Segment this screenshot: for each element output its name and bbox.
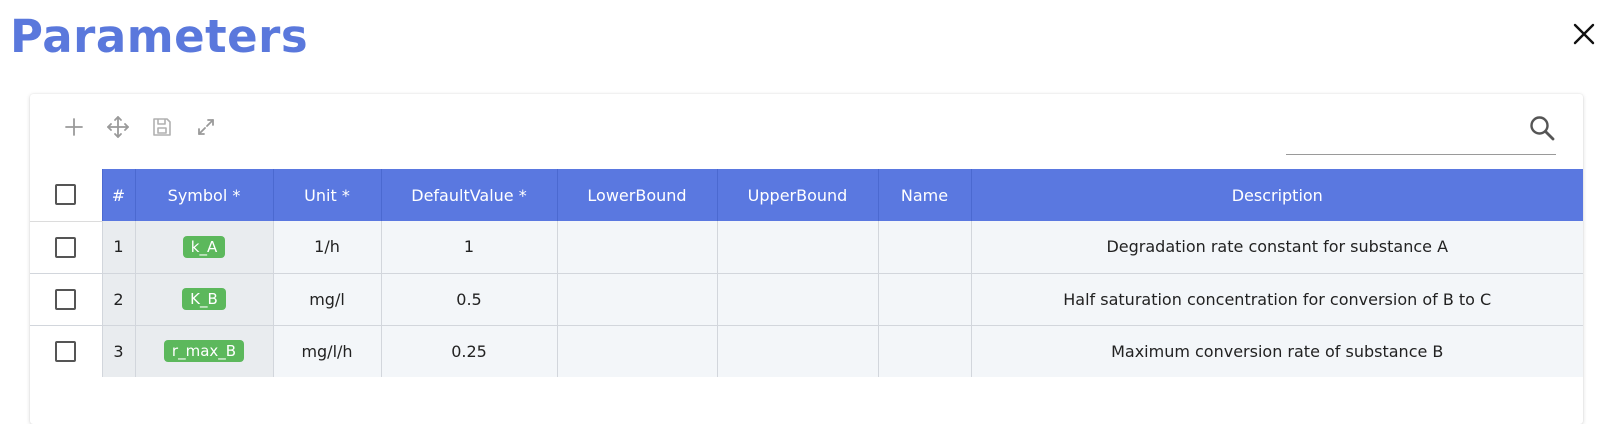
parameters-table: # Symbol * Unit * DefaultValue * LowerBo… (30, 169, 1583, 377)
save-icon[interactable] (149, 114, 175, 140)
select-all-cell (30, 169, 102, 222)
row-select-cell (30, 273, 102, 326)
table-toolbar (30, 94, 1583, 168)
default-value-cell[interactable]: 0.25 (380, 325, 557, 377)
column-header-default-value[interactable]: DefaultValue * (380, 169, 557, 221)
plus-icon[interactable] (61, 114, 87, 140)
close-icon[interactable] (1572, 22, 1596, 46)
search-icon[interactable] (1528, 114, 1556, 142)
lower-bound-cell[interactable] (556, 273, 717, 326)
parameters-table-card: # Symbol * Unit * DefaultValue * LowerBo… (30, 94, 1583, 424)
row-checkbox[interactable] (55, 340, 77, 362)
column-header-unit[interactable]: Unit * (272, 169, 381, 221)
column-header-symbol[interactable]: Symbol * (134, 169, 273, 221)
description-cell[interactable]: Maximum conversion rate of substance B (970, 325, 1583, 377)
row-select-cell (30, 221, 102, 274)
symbol-cell[interactable]: r_max_B (134, 325, 273, 377)
upper-bound-cell[interactable] (716, 273, 878, 326)
symbol-cell[interactable]: k_A (134, 221, 273, 274)
description-cell[interactable]: Half saturation concentration for conver… (970, 273, 1583, 326)
default-value-cell[interactable]: 0.5 (380, 273, 557, 326)
row-select-cell (30, 325, 102, 377)
row-number-cell: 2 (101, 273, 135, 326)
column-header-num[interactable]: # (101, 169, 135, 221)
lower-bound-cell[interactable] (556, 325, 717, 377)
column-header-name[interactable]: Name (877, 169, 971, 221)
column-header-lower-bound[interactable]: LowerBound (556, 169, 717, 221)
name-cell[interactable] (877, 325, 971, 377)
expand-icon[interactable] (193, 114, 219, 140)
table-header-row: # Symbol * Unit * DefaultValue * LowerBo… (30, 169, 1583, 222)
row-number-cell: 1 (101, 221, 135, 274)
page-title: Parameters (10, 10, 309, 63)
symbol-badge: K_B (182, 288, 226, 310)
move-arrows-icon[interactable] (105, 114, 131, 140)
name-cell[interactable] (877, 273, 971, 326)
unit-cell[interactable]: mg/l/h (272, 325, 381, 377)
column-header-upper-bound[interactable]: UpperBound (716, 169, 878, 221)
row-checkbox[interactable] (55, 288, 77, 310)
column-header-description[interactable]: Description (970, 169, 1583, 221)
table-row[interactable]: 3 r_max_B mg/l/h 0.25 Maximum conversion… (30, 325, 1583, 377)
upper-bound-cell[interactable] (716, 325, 878, 377)
search-input[interactable] (1286, 118, 1520, 148)
table-row[interactable]: 2 K_B mg/l 0.5 Half saturation concentra… (30, 273, 1583, 326)
select-all-checkbox[interactable] (55, 184, 77, 206)
symbol-badge: k_A (182, 235, 226, 258)
row-number-cell: 3 (101, 325, 135, 377)
table-row[interactable]: 1 k_A 1/h 1 Degradation rate constant fo… (30, 221, 1583, 274)
upper-bound-cell[interactable] (716, 221, 878, 274)
name-cell[interactable] (877, 221, 971, 274)
symbol-badge: r_max_B (163, 340, 245, 363)
unit-cell[interactable]: mg/l (272, 273, 381, 326)
lower-bound-cell[interactable] (556, 221, 717, 274)
row-checkbox[interactable] (55, 236, 77, 258)
search-box (1286, 110, 1556, 155)
symbol-cell[interactable]: K_B (134, 273, 273, 326)
description-cell[interactable]: Degradation rate constant for substance … (970, 221, 1583, 274)
unit-cell[interactable]: 1/h (272, 221, 381, 274)
default-value-cell[interactable]: 1 (380, 221, 557, 274)
